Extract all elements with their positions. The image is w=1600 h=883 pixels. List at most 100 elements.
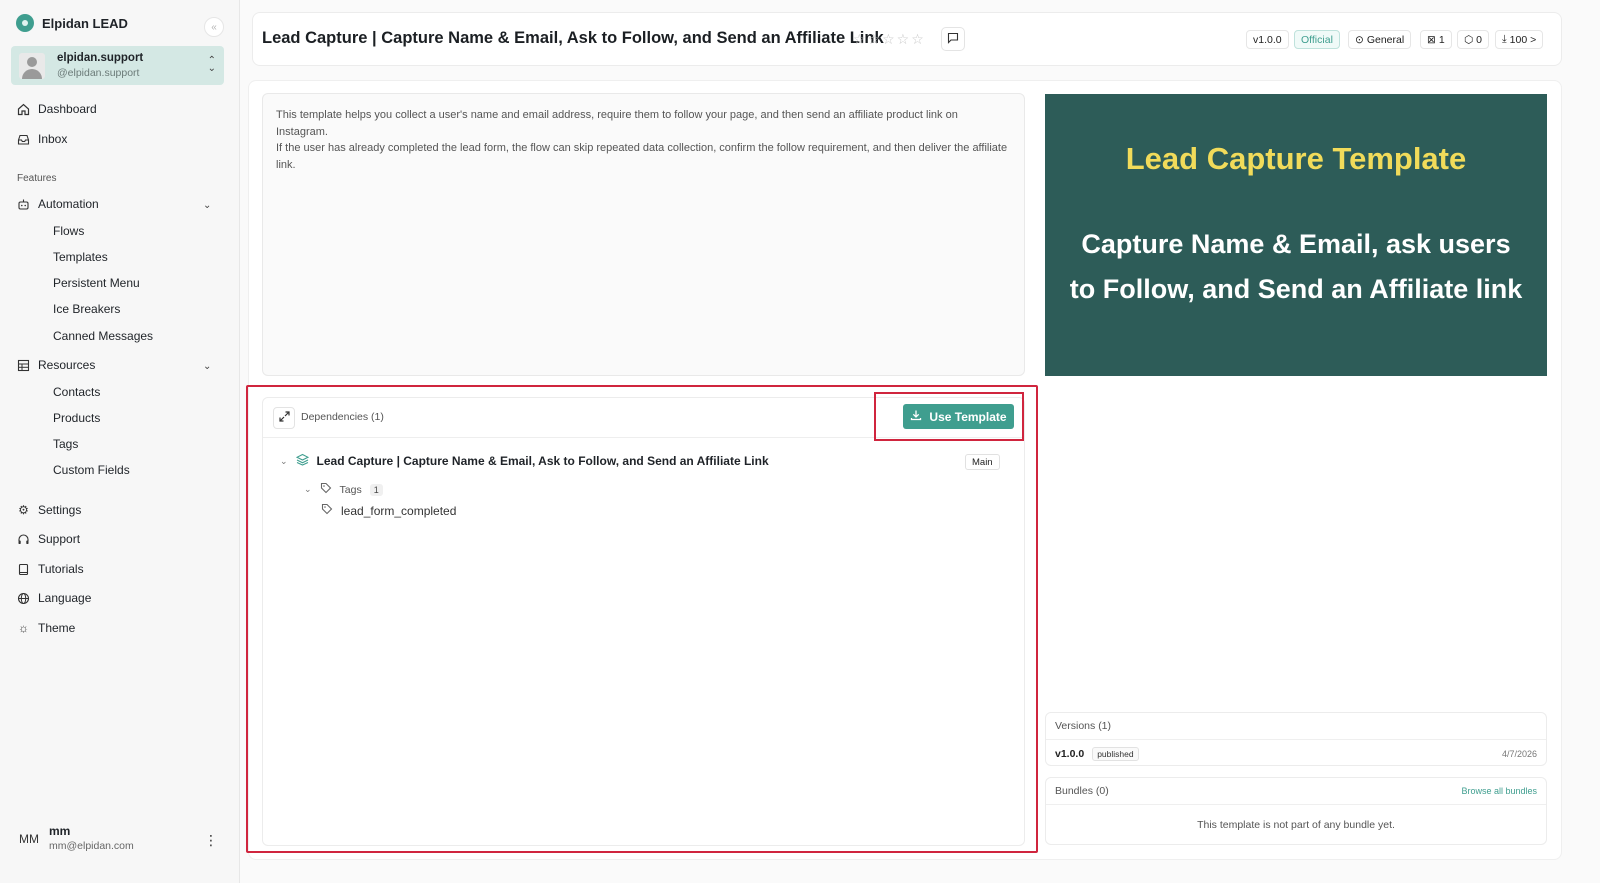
- flows-count-chip: ⊠ 1: [1420, 30, 1452, 49]
- sidebar-item-contacts[interactable]: Contacts: [53, 385, 100, 399]
- nav-support[interactable]: Support: [17, 532, 80, 546]
- bundles-card: Bundles (0) Browse all bundles This temp…: [1045, 777, 1547, 845]
- hero-title: Lead Capture Template: [1125, 141, 1467, 176]
- book-icon: [17, 563, 30, 576]
- dependencies-count-chip: ⬡ 0: [1457, 30, 1490, 49]
- logo-icon: [16, 14, 34, 32]
- nav-automation[interactable]: Automation: [17, 197, 99, 211]
- deps-count: 0: [1476, 33, 1483, 46]
- expand-icon: [278, 411, 290, 425]
- nav-dashboard[interactable]: Dashboard: [17, 102, 97, 116]
- sun-icon: ☼: [18, 621, 29, 635]
- brand[interactable]: Elpidan LEAD: [16, 14, 128, 32]
- account-handle: @elpidan.support: [57, 66, 140, 79]
- nav-label: Theme: [38, 621, 76, 635]
- gear-icon: ⚙: [18, 503, 29, 517]
- tag-item[interactable]: lead_form_completed: [321, 503, 456, 518]
- nav-label: Resources: [38, 358, 96, 372]
- version-number: v1.0.0: [1055, 747, 1085, 760]
- inbox-icon: [17, 133, 30, 146]
- more-options-icon[interactable]: ⋮: [204, 832, 218, 849]
- avatar: [19, 52, 45, 79]
- tag-icon: [321, 503, 333, 518]
- sidebar-item-persistent-menu[interactable]: Persistent Menu: [53, 276, 140, 290]
- chevron-down-icon[interactable]: ⌄: [203, 361, 211, 372]
- bundles-header: Bundles (0) Browse all bundles: [1046, 778, 1546, 805]
- nav-label: Tutorials: [38, 562, 84, 576]
- expand-button[interactable]: [273, 407, 295, 429]
- sidebar-item-canned-messages[interactable]: Canned Messages: [53, 329, 153, 343]
- nav-label: Language: [38, 591, 92, 605]
- account-switcher[interactable]: elpidan.support @elpidan.support ⌃ ⌄: [11, 46, 224, 85]
- sidebar-item-products[interactable]: Products: [53, 411, 100, 425]
- headset-icon: [17, 533, 30, 546]
- nav-settings[interactable]: ⚙ Settings: [17, 503, 81, 517]
- browse-bundles-link[interactable]: Browse all bundles: [1461, 786, 1537, 796]
- nav-label: Automation: [38, 197, 99, 211]
- official-badge: Official: [1294, 30, 1340, 49]
- download-icon: ⤓: [1502, 33, 1507, 45]
- robot-icon: [17, 198, 30, 211]
- nav-language[interactable]: Language: [17, 591, 91, 605]
- description-paragraph: If the user has already completed the le…: [276, 142, 1008, 171]
- description-paragraph: This template helps you collect a user's…: [276, 109, 958, 138]
- nav-inbox[interactable]: Inbox: [17, 132, 67, 146]
- tag-value: lead_form_completed: [341, 503, 457, 518]
- versions-title: Versions (1): [1055, 720, 1112, 732]
- brand-name: Elpidan LEAD: [42, 15, 128, 31]
- dependency-name: Lead Capture | Capture Name & Email, Ask…: [316, 454, 769, 468]
- sidebar-item-flows[interactable]: Flows: [53, 224, 84, 238]
- status-badge: published: [1092, 746, 1139, 761]
- category-icon: ⊙: [1355, 33, 1364, 46]
- download-icon: [910, 409, 922, 424]
- nav-tutorials[interactable]: Tutorials: [17, 562, 84, 576]
- version-row[interactable]: v1.0.0 published 4/7/2026: [1046, 740, 1546, 767]
- user-initials: MM: [19, 832, 39, 846]
- category-label: General: [1366, 33, 1405, 46]
- account-name: elpidan.support: [57, 51, 144, 64]
- rating-stars[interactable]: ☆☆☆☆☆: [853, 31, 926, 48]
- chevron-down-icon[interactable]: ⌄: [280, 456, 288, 467]
- page-title: Lead Capture | Capture Name & Email, Ask…: [262, 29, 884, 47]
- comment-button[interactable]: [941, 27, 965, 51]
- sidebar-item-custom-fields[interactable]: Custom Fields: [53, 463, 130, 477]
- downloads-chip[interactable]: ⤓ 100 >: [1495, 30, 1544, 49]
- nav-label: Dashboard: [38, 102, 97, 116]
- dependency-main-row[interactable]: ⌄ Lead Capture | Capture Name & Email, A…: [280, 453, 769, 469]
- collapse-sidebar-button[interactable]: «: [204, 17, 224, 37]
- version-date: 4/7/2026: [1501, 748, 1537, 759]
- package-icon: ⬡: [1464, 33, 1474, 46]
- nav-label: Support: [38, 532, 81, 546]
- features-section-label: Features: [17, 173, 57, 184]
- bundles-title: Bundles (0): [1055, 785, 1109, 797]
- template-preview-image: Lead Capture Template Capture Name & Ema…: [1045, 94, 1547, 376]
- user-profile[interactable]: MM mm mm@elpidan.com: [19, 824, 134, 854]
- downloads-count: 100 >: [1509, 33, 1537, 46]
- nav-resources[interactable]: Resources: [17, 358, 95, 372]
- chevron-down-icon[interactable]: ⌄: [304, 484, 312, 495]
- home-icon: [17, 103, 30, 116]
- category-chip: ⊙ General: [1348, 30, 1412, 49]
- sidebar-item-tags[interactable]: Tags: [53, 437, 78, 451]
- user-email: mm@elpidan.com: [49, 840, 134, 852]
- main-badge: Main: [965, 454, 1000, 470]
- tags-group-row[interactable]: ⌄ Tags 1: [304, 482, 383, 497]
- versions-card: Versions (1) v1.0.0 published 4/7/2026: [1045, 712, 1547, 766]
- bundles-empty-message: This template is not part of any bundle …: [1197, 819, 1395, 831]
- collapse-icon: «: [211, 21, 217, 33]
- dependencies-title: Dependencies (1): [301, 411, 384, 423]
- sidebar-item-templates[interactable]: Templates: [53, 250, 108, 264]
- chevron-down-icon[interactable]: ⌄: [203, 200, 211, 211]
- layers-icon: [295, 453, 309, 469]
- nav-theme[interactable]: ☼ Theme: [17, 621, 75, 635]
- sidebar-item-ice-breakers[interactable]: Ice Breakers: [53, 302, 120, 316]
- user-name: mm: [49, 824, 71, 838]
- template-header: Lead Capture | Capture Name & Email, Ask…: [252, 12, 1562, 66]
- hero-subtitle: Capture Name & Email, ask users to Follo…: [1069, 229, 1523, 304]
- description-box: This template helps you collect a user's…: [262, 93, 1025, 376]
- use-template-button[interactable]: Use Template: [903, 404, 1014, 429]
- grid-icon: [17, 359, 30, 372]
- flows-count: 1: [1438, 33, 1445, 46]
- tags-count-badge: 1: [369, 483, 383, 496]
- version-label: v1.0.0: [1253, 33, 1282, 46]
